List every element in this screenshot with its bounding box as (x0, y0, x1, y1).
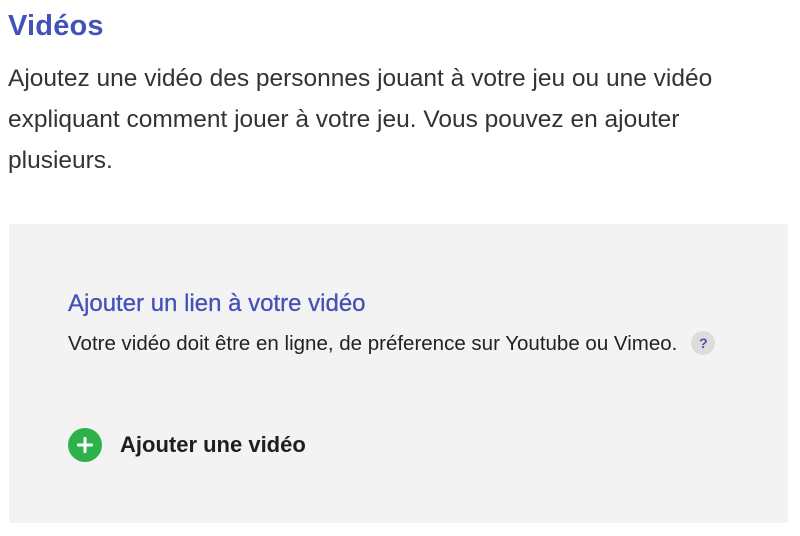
plus-circle-icon (68, 428, 102, 462)
help-icon[interactable]: ? (691, 330, 716, 355)
video-link-panel: Ajouter un lien à votre vidéo Votre vidé… (9, 224, 788, 523)
panel-description: Votre vidéo doit être en ligne, de préfe… (68, 328, 728, 360)
panel-description-text: Votre vidéo doit être en ligne, de préfe… (68, 332, 678, 355)
section-title: Vidéos (8, 10, 104, 42)
panel-title: Ajouter un lien à votre vidéo (68, 290, 366, 317)
add-video-button[interactable]: Ajouter une vidéo (68, 428, 306, 462)
section-description: Ajoutez une vidéo des personnes jouant à… (8, 65, 713, 174)
add-video-label: Ajouter une vidéo (120, 432, 306, 457)
videos-section: Vidéos Ajoutez une vidéo des personnes j… (0, 0, 800, 536)
